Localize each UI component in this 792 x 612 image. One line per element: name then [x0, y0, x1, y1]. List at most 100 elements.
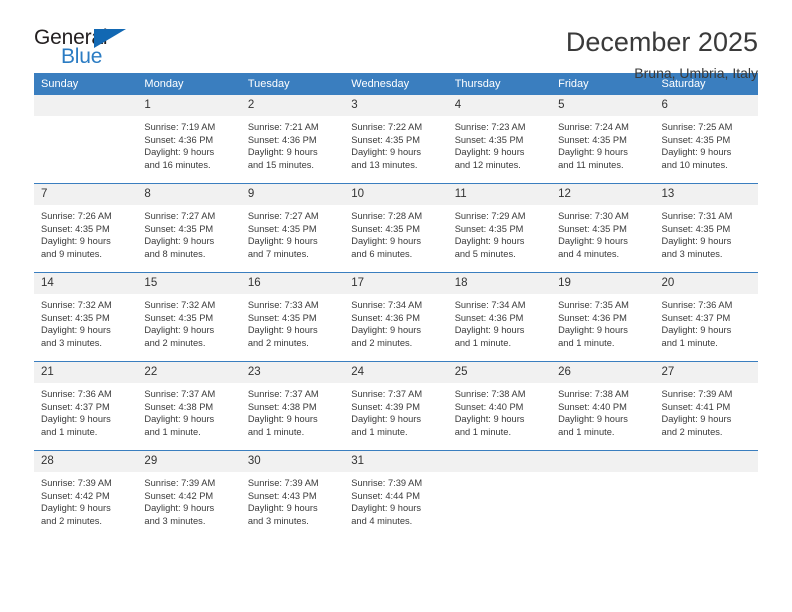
day-cell[interactable]: 23 Sunrise: 7:37 AM Sunset: 4:38 PM Dayl… [240, 361, 345, 451]
sunrise-text: Sunrise: 7:38 AM [558, 389, 629, 399]
day-number: 24 [344, 362, 448, 383]
daylight-text-line2: and 1 minute. [41, 426, 98, 437]
week-row: 28 Sunrise: 7:39 AM Sunset: 4:42 PM Dayl… [34, 450, 758, 539]
day-cell[interactable]: 30 Sunrise: 7:39 AM Sunset: 4:43 PM Dayl… [240, 450, 345, 539]
day-number: 6 [654, 95, 758, 116]
daylight-text-line2: and 10 minutes. [661, 159, 728, 170]
day-cell[interactable]: 13 Sunrise: 7:31 AM Sunset: 4:35 PM Dayl… [654, 183, 758, 273]
day-cell[interactable]: 5 Sunrise: 7:24 AM Sunset: 4:35 PM Dayli… [551, 95, 655, 184]
daylight-text-line1: Daylight: 9 hours [144, 236, 215, 247]
day-cell[interactable]: 6 Sunrise: 7:25 AM Sunset: 4:35 PM Dayli… [654, 95, 758, 184]
day-cell[interactable]: 16 Sunrise: 7:33 AM Sunset: 4:35 PM Dayl… [240, 272, 345, 362]
week-row: 21 Sunrise: 7:36 AM Sunset: 4:37 PM Dayl… [34, 361, 758, 451]
week-row: 1 Sunrise: 7:19 AM Sunset: 4:36 PM Dayli… [34, 95, 758, 184]
sunrise-text: Sunrise: 7:30 AM [558, 211, 629, 221]
day-number: 26 [551, 362, 655, 383]
sunrise-text: Sunrise: 7:26 AM [41, 211, 112, 221]
day-details: Sunrise: 7:19 AM Sunset: 4:36 PM Dayligh… [137, 116, 240, 171]
day-number: 25 [447, 362, 552, 383]
sunset-text: Sunset: 4:40 PM [454, 401, 524, 412]
sunset-text: Sunset: 4:35 PM [558, 223, 627, 234]
day-cell[interactable]: 18 Sunrise: 7:34 AM Sunset: 4:36 PM Dayl… [447, 272, 552, 362]
day-cell[interactable]: 22 Sunrise: 7:37 AM Sunset: 4:38 PM Dayl… [137, 361, 241, 451]
day-cell[interactable]: 3 Sunrise: 7:22 AM Sunset: 4:35 PM Dayli… [344, 95, 448, 184]
sunset-text: Sunset: 4:36 PM [351, 312, 420, 323]
day-cell[interactable]: 20 Sunrise: 7:36 AM Sunset: 4:37 PM Dayl… [654, 272, 758, 362]
day-cell[interactable]: 11 Sunrise: 7:29 AM Sunset: 4:35 PM Dayl… [447, 183, 552, 273]
sunset-text: Sunset: 4:44 PM [351, 490, 420, 501]
day-details: Sunrise: 7:25 AM Sunset: 4:35 PM Dayligh… [655, 116, 758, 171]
day-details: Sunrise: 7:24 AM Sunset: 4:35 PM Dayligh… [551, 116, 654, 171]
daylight-text-line1: Daylight: 9 hours [144, 503, 215, 514]
sunrise-text: Sunrise: 7:27 AM [247, 211, 319, 221]
day-cell [654, 450, 758, 539]
day-cell[interactable]: 17 Sunrise: 7:34 AM Sunset: 4:36 PM Dayl… [344, 272, 448, 362]
daylight-text-line1: Daylight: 9 hours [247, 503, 318, 514]
sunset-text: Sunset: 4:38 PM [247, 401, 317, 412]
daylight-text-line1: Daylight: 9 hours [247, 414, 318, 425]
daylight-text-line1: Daylight: 9 hours [144, 414, 215, 425]
day-details: Sunrise: 7:38 AM Sunset: 4:40 PM Dayligh… [448, 383, 551, 438]
day-cell[interactable]: 19 Sunrise: 7:35 AM Sunset: 4:36 PM Dayl… [551, 272, 655, 362]
day-number: 3 [344, 95, 448, 116]
day-cell[interactable]: 24 Sunrise: 7:37 AM Sunset: 4:39 PM Dayl… [344, 361, 448, 451]
day-cell[interactable]: 2 Sunrise: 7:21 AM Sunset: 4:36 PM Dayli… [240, 95, 345, 184]
day-cell[interactable]: 31 Sunrise: 7:39 AM Sunset: 4:44 PM Dayl… [344, 450, 448, 539]
day-number: 9 [240, 184, 345, 205]
daylight-text-line1: Daylight: 9 hours [661, 147, 732, 158]
day-number: 28 [34, 451, 138, 472]
day-number: 23 [240, 362, 345, 383]
day-cell[interactable]: 27 Sunrise: 7:39 AM Sunset: 4:41 PM Dayl… [654, 361, 758, 451]
sunset-text: Sunset: 4:35 PM [144, 223, 214, 234]
day-cell[interactable]: 15 Sunrise: 7:32 AM Sunset: 4:35 PM Dayl… [137, 272, 241, 362]
day-details: Sunrise: 7:39 AM Sunset: 4:42 PM Dayligh… [34, 472, 137, 527]
day-cell[interactable]: 25 Sunrise: 7:38 AM Sunset: 4:40 PM Dayl… [447, 361, 552, 451]
weekday-header-tuesday: Tuesday [240, 73, 345, 95]
day-details: Sunrise: 7:33 AM Sunset: 4:35 PM Dayligh… [241, 294, 344, 349]
day-details: Sunrise: 7:36 AM Sunset: 4:37 PM Dayligh… [34, 383, 137, 438]
day-cell[interactable]: 8 Sunrise: 7:27 AM Sunset: 4:35 PM Dayli… [137, 183, 241, 273]
day-cell[interactable]: 10 Sunrise: 7:28 AM Sunset: 4:35 PM Dayl… [344, 183, 448, 273]
day-cell[interactable]: 29 Sunrise: 7:39 AM Sunset: 4:42 PM Dayl… [137, 450, 241, 539]
day-cell[interactable]: 28 Sunrise: 7:39 AM Sunset: 4:42 PM Dayl… [34, 450, 138, 539]
general-blue-logo[interactable]: General Blue [34, 26, 146, 72]
day-number: 7 [34, 184, 138, 205]
daylight-text-line1: Daylight: 9 hours [351, 503, 422, 514]
day-cell[interactable]: 12 Sunrise: 7:30 AM Sunset: 4:35 PM Dayl… [551, 183, 655, 273]
day-cell[interactable]: 7 Sunrise: 7:26 AM Sunset: 4:35 PM Dayli… [34, 183, 138, 273]
day-number: 17 [344, 273, 448, 294]
sunset-text: Sunset: 4:35 PM [351, 134, 420, 145]
sunset-text: Sunset: 4:35 PM [144, 312, 214, 323]
sunset-text: Sunset: 4:42 PM [41, 490, 110, 501]
day-cell[interactable]: 21 Sunrise: 7:36 AM Sunset: 4:37 PM Dayl… [34, 361, 138, 451]
daylight-text-line1: Daylight: 9 hours [454, 325, 525, 336]
sunset-text: Sunset: 4:35 PM [558, 134, 627, 145]
daylight-text-line1: Daylight: 9 hours [661, 236, 732, 247]
day-number: 4 [447, 95, 552, 116]
day-cell[interactable]: 4 Sunrise: 7:23 AM Sunset: 4:35 PM Dayli… [447, 95, 552, 184]
daylight-text-line2: and 3 minutes. [661, 248, 723, 259]
daylight-text-line2: and 2 minutes. [41, 515, 102, 526]
day-details: Sunrise: 7:21 AM Sunset: 4:36 PM Dayligh… [241, 116, 344, 171]
daylight-text-line2: and 1 minute. [661, 337, 718, 348]
day-details: Sunrise: 7:39 AM Sunset: 4:43 PM Dayligh… [241, 472, 344, 527]
daylight-text-line1: Daylight: 9 hours [558, 147, 628, 158]
day-number: 29 [137, 451, 241, 472]
daylight-text-line2: and 1 minute. [454, 426, 512, 437]
sunrise-text: Sunrise: 7:34 AM [351, 300, 423, 310]
weekday-header-wednesday: Wednesday [344, 73, 448, 95]
day-cell[interactable]: 26 Sunrise: 7:38 AM Sunset: 4:40 PM Dayl… [551, 361, 655, 451]
day-number: 31 [344, 451, 448, 472]
day-details: Sunrise: 7:32 AM Sunset: 4:35 PM Dayligh… [34, 294, 137, 349]
day-details: Sunrise: 7:37 AM Sunset: 4:39 PM Dayligh… [344, 383, 447, 438]
day-details: Sunrise: 7:23 AM Sunset: 4:35 PM Dayligh… [448, 116, 551, 171]
day-cell[interactable]: 1 Sunrise: 7:19 AM Sunset: 4:36 PM Dayli… [137, 95, 241, 184]
sunrise-text: Sunrise: 7:27 AM [144, 211, 216, 221]
day-details: Sunrise: 7:35 AM Sunset: 4:36 PM Dayligh… [551, 294, 654, 349]
day-cell[interactable]: 9 Sunrise: 7:27 AM Sunset: 4:35 PM Dayli… [240, 183, 345, 273]
sunset-text: Sunset: 4:36 PM [144, 134, 214, 145]
day-number: 19 [551, 273, 655, 294]
day-cell[interactable]: 14 Sunrise: 7:32 AM Sunset: 4:35 PM Dayl… [34, 272, 138, 362]
daylight-text-line1: Daylight: 9 hours [454, 236, 525, 247]
day-details: Sunrise: 7:39 AM Sunset: 4:41 PM Dayligh… [655, 383, 758, 438]
